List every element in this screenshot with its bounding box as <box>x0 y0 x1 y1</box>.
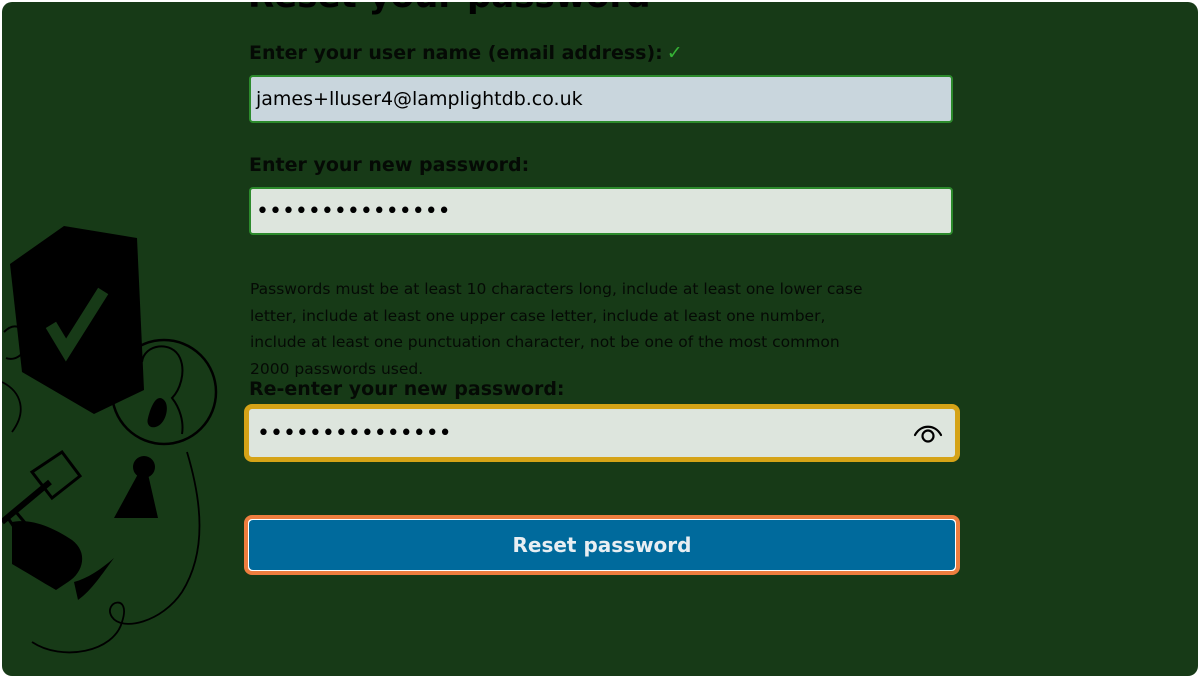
valid-check-icon: ✓ <box>666 42 683 64</box>
username-label-text: Enter your user name (email address): <box>249 42 663 64</box>
email-value: james+lluser4@lamplightdb.co.uk <box>256 88 583 110</box>
eye-icon[interactable] <box>913 422 943 444</box>
reenter-password-field[interactable]: ••••••••••••••• <box>244 404 960 462</box>
new-password-value: ••••••••••••••• <box>256 198 451 224</box>
keyhole-icon <box>114 456 158 518</box>
page-title: Reset your password <box>248 2 651 16</box>
reset-password-button-focus-ring: Reset password <box>244 515 960 575</box>
email-field[interactable]: james+lluser4@lamplightdb.co.uk <box>249 75 953 123</box>
new-password-field[interactable]: ••••••••••••••• <box>249 187 953 235</box>
reenter-password-value: ••••••••••••••• <box>257 420 452 446</box>
reenter-password-label: Re-enter your new password: <box>249 378 565 400</box>
password-rules-text: Passwords must be at least 10 characters… <box>250 280 863 378</box>
reset-password-button[interactable]: Reset password <box>249 520 955 570</box>
security-illustration <box>2 226 218 654</box>
username-label: Enter your user name (email address): ✓ <box>249 42 683 64</box>
reset-password-page: Reset your password Enter your user name… <box>2 2 1198 676</box>
new-password-label: Enter your new password: <box>249 154 530 176</box>
key-icon <box>2 449 83 531</box>
shield-icon <box>10 226 144 414</box>
